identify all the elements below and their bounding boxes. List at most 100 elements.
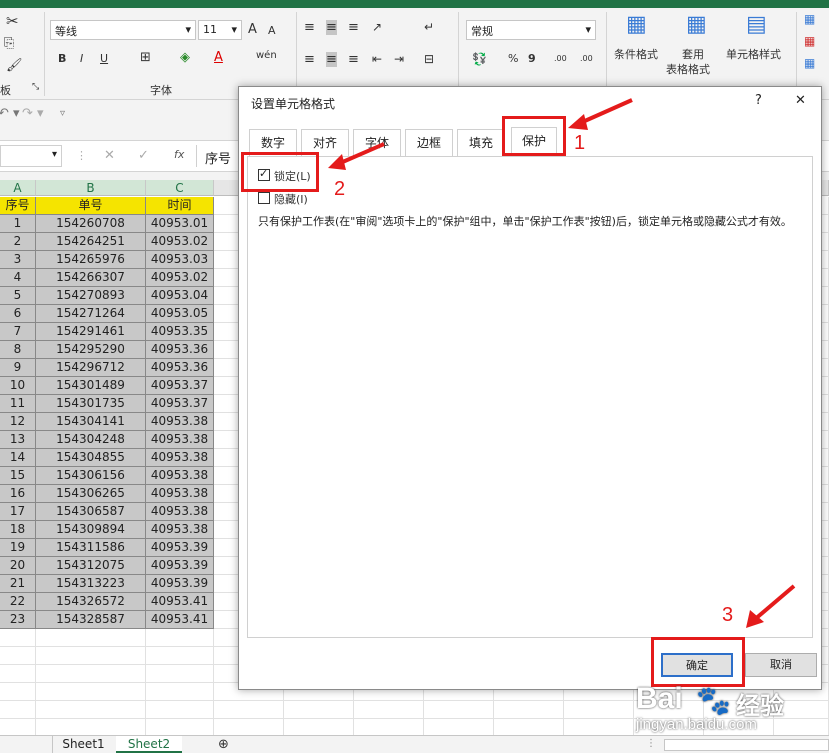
grid-cell[interactable]: 18 — [0, 521, 36, 539]
grid-cell[interactable]: 154291461 — [36, 323, 146, 341]
cancel-button[interactable]: 取消 — [745, 653, 817, 677]
grid-cell[interactable]: 40953.03 — [146, 251, 214, 269]
grid-cell[interactable]: 154270893 — [36, 287, 146, 305]
align-bottom-icon[interactable]: ≡ — [348, 20, 359, 35]
font-color-button[interactable]: A — [214, 50, 223, 65]
grid-cell[interactable]: 154326572 — [36, 593, 146, 611]
grid-cell[interactable] — [36, 701, 146, 719]
underline-button[interactable]: U — [100, 52, 108, 65]
confirm-entry-icon[interactable]: ✓ — [138, 148, 149, 163]
grid-cell[interactable]: 3 — [0, 251, 36, 269]
grid-cell[interactable] — [0, 647, 36, 665]
grid-cell[interactable]: 16 — [0, 485, 36, 503]
undo-icon[interactable]: ↶ ▾ — [0, 106, 20, 121]
grid-cell[interactable]: 154301489 — [36, 377, 146, 395]
fill-color-icon[interactable]: ◈ — [180, 50, 190, 65]
grid-cell[interactable]: 154304141 — [36, 413, 146, 431]
grid-cell[interactable]: 40953.38 — [146, 521, 214, 539]
grid-cell[interactable]: 40953.02 — [146, 269, 214, 287]
format-painter-icon[interactable]: 🖌 — [6, 58, 23, 73]
grid-cell[interactable]: 154312075 — [36, 557, 146, 575]
grid-cell[interactable]: 5 — [0, 287, 36, 305]
grid-cell[interactable]: 154304248 — [36, 431, 146, 449]
wrap-text-icon[interactable]: ↵ — [424, 20, 434, 34]
increase-indent-icon[interactable]: ⇥ — [394, 52, 404, 66]
align-top-icon[interactable]: ≡ — [304, 20, 315, 35]
align-left-icon[interactable]: ≡ — [304, 52, 315, 67]
sheet-tab-2[interactable]: Sheet2 — [116, 736, 182, 753]
grid-cell[interactable]: 2 — [0, 233, 36, 251]
font-name-combo[interactable]: 等线 ▾ — [50, 20, 196, 40]
grid-cell[interactable]: 10 — [0, 377, 36, 395]
grid-cell[interactable]: 40953.01 — [146, 215, 214, 233]
grid-cell[interactable]: 154296712 — [36, 359, 146, 377]
grid-cell[interactable]: 154306587 — [36, 503, 146, 521]
grid-cell[interactable]: 40953.37 — [146, 395, 214, 413]
align-right-icon[interactable]: ≡ — [348, 52, 359, 67]
customize-qat-icon[interactable]: ▿ — [60, 108, 65, 119]
horizontal-scrollbar[interactable] — [664, 739, 829, 751]
accounting-format-icon[interactable]: 💱 — [472, 52, 487, 66]
decrease-decimal-button[interactable]: .00 — [580, 54, 593, 63]
column-header-b[interactable]: B — [36, 180, 146, 196]
align-center-icon[interactable]: ≡ — [326, 52, 337, 67]
grid-cell[interactable] — [284, 701, 354, 719]
column-header-a[interactable]: A — [0, 180, 36, 196]
align-middle-icon[interactable]: ≡ — [326, 20, 337, 35]
insert-function-button[interactable]: fx — [174, 148, 184, 161]
grid-cell[interactable]: 15 — [0, 467, 36, 485]
grid-cell[interactable]: 154306156 — [36, 467, 146, 485]
grid-cell[interactable]: 13 — [0, 431, 36, 449]
grid-cell[interactable]: 22 — [0, 593, 36, 611]
grid-cell[interactable]: 40953.38 — [146, 503, 214, 521]
grid-cell[interactable]: 8 — [0, 341, 36, 359]
merge-center-icon[interactable]: ⊟ — [424, 52, 434, 66]
grid-cell[interactable] — [0, 683, 36, 701]
grid-cell[interactable]: 40953.05 — [146, 305, 214, 323]
number-format-combo[interactable]: 常规 ▾ — [466, 20, 596, 40]
insert-cells-icon[interactable]: ▦ — [804, 12, 815, 26]
grid-cell[interactable] — [214, 701, 284, 719]
grid-cell[interactable]: 7 — [0, 323, 36, 341]
grid-cell[interactable] — [36, 647, 146, 665]
grid-cell[interactable]: 154304855 — [36, 449, 146, 467]
grid-cell[interactable]: 11 — [0, 395, 36, 413]
add-sheet-icon[interactable]: ⊕ — [218, 737, 229, 752]
grid-cell[interactable] — [494, 701, 564, 719]
clipboard-launcher-icon[interactable]: ⤡ — [32, 82, 39, 92]
grid-cell[interactable]: 40953.35 — [146, 323, 214, 341]
grid-cell[interactable]: 154301735 — [36, 395, 146, 413]
grid-cell[interactable]: 154328587 — [36, 611, 146, 629]
bold-button[interactable]: B — [58, 52, 66, 65]
grow-font-button[interactable]: A — [248, 22, 257, 37]
grid-cell[interactable]: 17 — [0, 503, 36, 521]
grid-cell[interactable]: 19 — [0, 539, 36, 557]
grid-cell[interactable] — [0, 701, 36, 719]
grid-cell[interactable]: 154313223 — [36, 575, 146, 593]
grid-cell[interactable] — [146, 701, 214, 719]
grid-cell[interactable] — [146, 683, 214, 701]
format-cells-icon[interactable]: ▦ — [804, 56, 815, 70]
grid-cell[interactable]: 1 — [0, 215, 36, 233]
grid-cell[interactable] — [564, 701, 634, 719]
redo-icon[interactable]: ↷ ▾ — [22, 106, 44, 121]
copy-icon[interactable]: ⎘ — [4, 36, 14, 51]
comma-button[interactable]: 9 — [528, 52, 536, 65]
grid-cell[interactable]: 154260708 — [36, 215, 146, 233]
grid-cell[interactable]: 40953.38 — [146, 467, 214, 485]
hidden-label[interactable]: 隐藏(I) — [274, 191, 308, 207]
grid-cell[interactable] — [36, 683, 146, 701]
delete-cells-icon[interactable]: ▦ — [804, 34, 815, 48]
grid-cell[interactable]: 40953.39 — [146, 557, 214, 575]
cancel-entry-icon[interactable]: ✕ — [104, 148, 115, 163]
cut-icon[interactable]: ✂ — [6, 12, 19, 30]
percent-button[interactable]: % — [508, 52, 518, 65]
grid-cell[interactable]: 40953.38 — [146, 413, 214, 431]
grid-cell[interactable]: 4 — [0, 269, 36, 287]
grid-cell[interactable] — [146, 647, 214, 665]
grid-cell[interactable]: 20 — [0, 557, 36, 575]
hidden-checkbox[interactable] — [258, 192, 270, 204]
grid-cell[interactable]: 40953.04 — [146, 287, 214, 305]
conditional-format-button[interactable]: 条件格式 — [614, 46, 658, 62]
cell-styles-button[interactable]: 单元格样式 — [726, 46, 781, 62]
